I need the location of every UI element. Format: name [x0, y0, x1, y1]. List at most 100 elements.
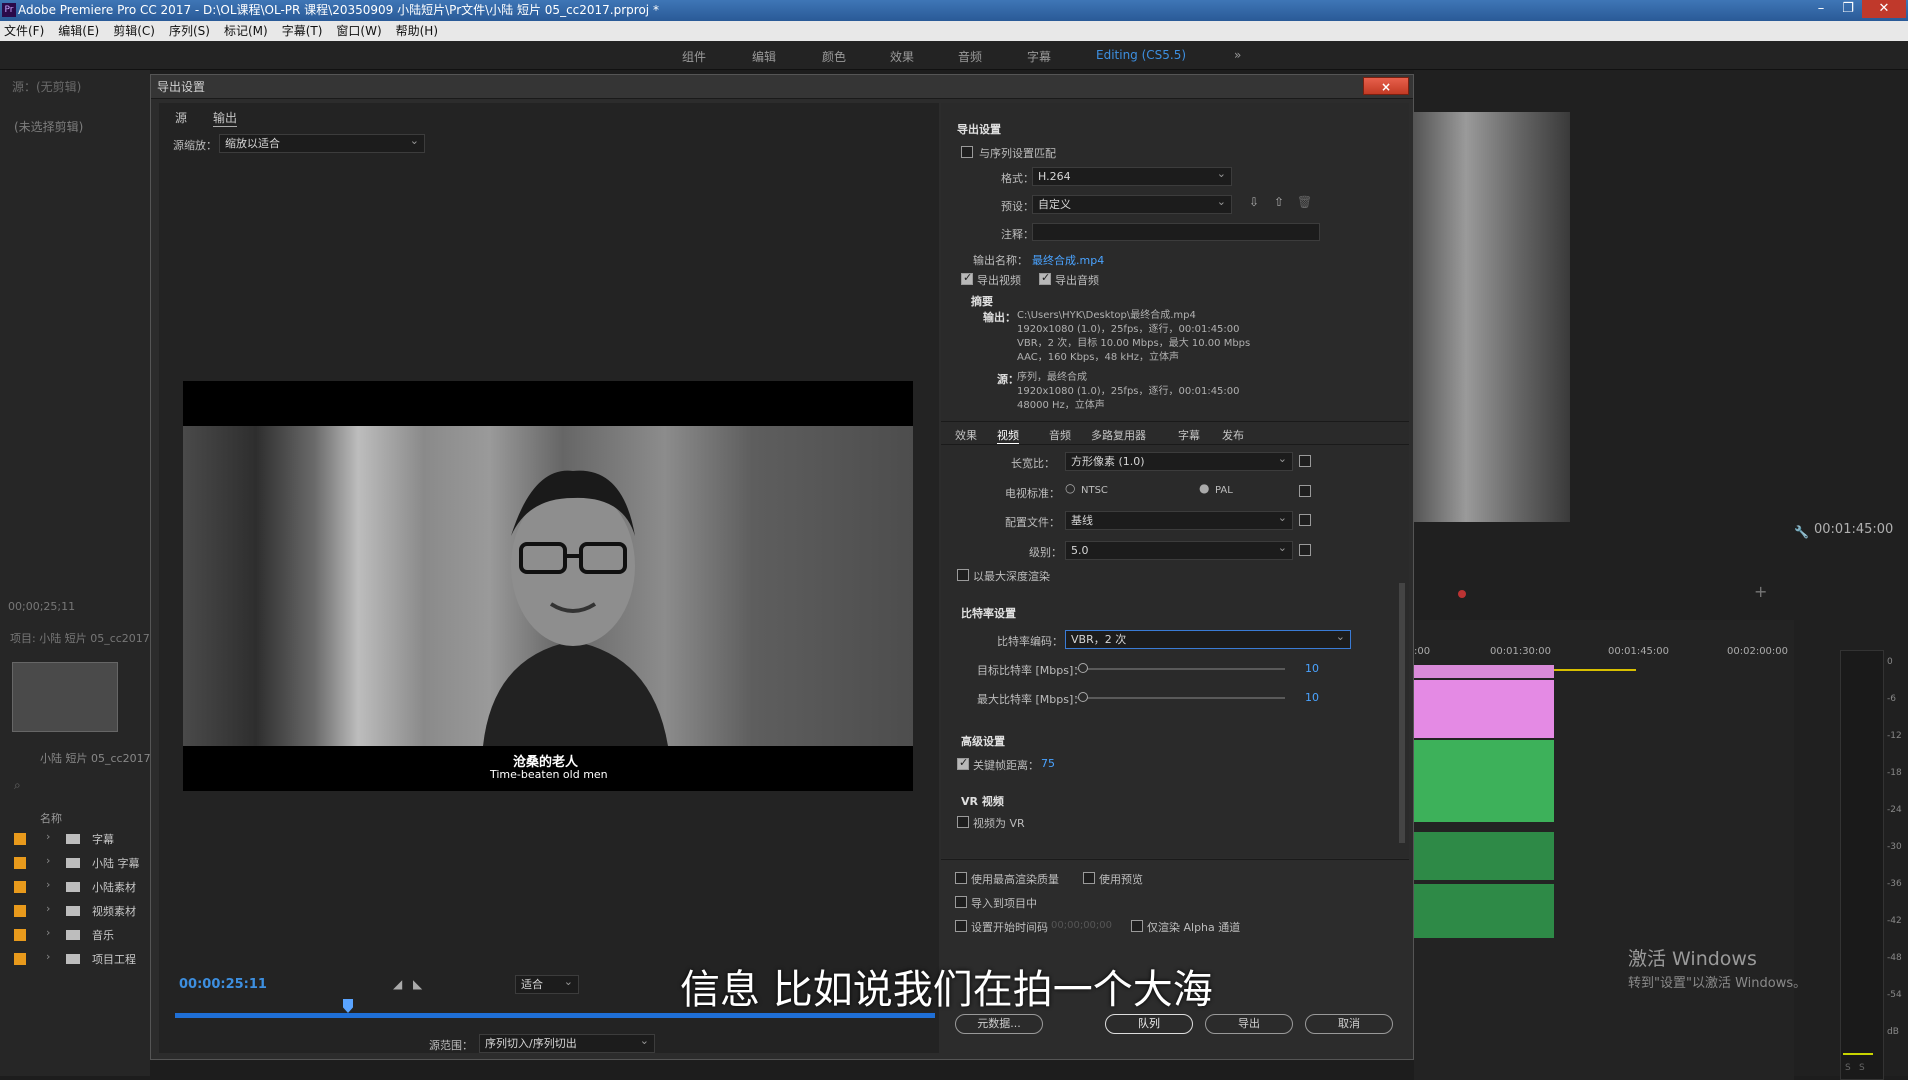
match-sequence-checkbox[interactable] [961, 146, 973, 158]
label-color-swatch[interactable] [14, 833, 26, 845]
bitrate-encoding-select[interactable]: VBR，2 次 [1065, 628, 1351, 649]
preview-timecode[interactable]: 00:00:25:11 [179, 977, 267, 992]
pal-radio[interactable]: ● [1199, 481, 1209, 495]
max-bitrate-knob[interactable] [1078, 692, 1088, 702]
advanced-header[interactable]: 高级设置 [961, 733, 1005, 749]
mark-in-icon[interactable]: ◢ [393, 977, 402, 991]
video-is-vr-checkbox[interactable] [957, 816, 969, 828]
max-bitrate-value[interactable]: 10 [1305, 691, 1319, 704]
import-into-project-checkbox[interactable] [955, 896, 967, 908]
name-column-header[interactable]: 名称 [40, 810, 62, 826]
bin-row[interactable]: › 视频素材 [14, 902, 144, 920]
dialog-close-button[interactable]: × [1363, 77, 1409, 95]
comments-input[interactable] [1032, 223, 1320, 241]
workspace-tab[interactable]: 颜色 [822, 48, 846, 65]
label-color-swatch[interactable] [14, 953, 26, 965]
subtab-audio[interactable]: 音频 [1049, 427, 1071, 443]
subtab-multiplexer[interactable]: 多路复用器 [1091, 427, 1146, 443]
menu-item[interactable]: 剪辑(C) [113, 24, 155, 38]
menu-item[interactable]: 窗口(W) [336, 24, 381, 38]
subtab-video[interactable]: 视频 [997, 427, 1019, 444]
start-timecode-value[interactable]: 00;00;00;00 [1051, 920, 1112, 931]
chevron-right-icon[interactable]: › [46, 926, 50, 939]
menu-item[interactable]: 编辑(E) [58, 24, 99, 38]
export-settings-header[interactable]: 导出设置 [957, 121, 1001, 137]
label-color-swatch[interactable] [14, 857, 26, 869]
metadata-button[interactable]: 元数据... [955, 1014, 1043, 1034]
level-select[interactable]: 5.0 [1065, 539, 1293, 560]
bin-row[interactable]: › 项目工程 [14, 950, 144, 968]
label-color-swatch[interactable] [14, 929, 26, 941]
profile-match-checkbox[interactable] [1299, 514, 1311, 526]
tab-source[interactable]: 源 [175, 109, 187, 126]
export-video-checkbox[interactable] [961, 271, 973, 285]
set-start-timecode-checkbox[interactable] [955, 920, 967, 932]
tv-standard-match-checkbox[interactable] [1299, 485, 1311, 497]
keyframe-distance-checkbox[interactable] [957, 756, 969, 770]
workspace-tab-active[interactable]: Editing (CS5.5) [1096, 48, 1186, 62]
queue-button[interactable]: 队列 [1105, 1014, 1193, 1034]
max-bitrate-slider[interactable] [1075, 697, 1285, 699]
meter-solo-label[interactable]: S [1859, 1063, 1865, 1073]
bin-row[interactable]: › 音乐 [14, 926, 144, 944]
minimize-button[interactable]: – [1808, 0, 1834, 18]
target-bitrate-slider[interactable] [1075, 668, 1285, 670]
subtab-publish[interactable]: 发布 [1222, 427, 1244, 443]
maximize-button[interactable]: ❐ [1835, 0, 1861, 18]
format-select[interactable]: H.264 [1032, 165, 1232, 186]
workspace-tab[interactable]: 字幕 [1027, 48, 1051, 65]
bin-row[interactable]: › 小陆素材 [14, 878, 144, 896]
chevron-right-icon[interactable]: › [46, 878, 50, 891]
workspace-tab[interactable]: 组件 [682, 48, 706, 65]
menu-item[interactable]: 字幕(T) [282, 24, 323, 38]
search-icon[interactable]: ⌕ [14, 778, 21, 793]
max-render-quality-checkbox[interactable] [955, 872, 967, 884]
source-scaling-select[interactable]: 缩放以适合 [219, 132, 425, 153]
keyframe-distance-value[interactable]: 75 [1041, 757, 1055, 770]
vr-header[interactable]: VR 视频 [961, 793, 1004, 809]
profile-select[interactable]: 基线 [1065, 509, 1293, 530]
save-preset-icon[interactable]: ⇩ [1249, 195, 1259, 209]
mark-out-icon[interactable]: ◣ [413, 977, 422, 991]
menu-item[interactable]: 文件(F) [4, 24, 44, 38]
target-bitrate-knob[interactable] [1078, 663, 1088, 673]
fit-select[interactable]: 适合 [515, 973, 579, 994]
add-button-icon[interactable]: + [1754, 582, 1767, 601]
video-clip-2[interactable] [1414, 740, 1554, 822]
delete-preset-icon[interactable]: 🗑 [1297, 195, 1312, 209]
chevron-right-icon[interactable]: › [46, 854, 50, 867]
subtab-effects[interactable]: 效果 [955, 427, 977, 443]
subtab-captions[interactable]: 字幕 [1178, 427, 1200, 443]
aspect-match-checkbox[interactable] [1299, 455, 1311, 467]
menu-item[interactable]: 帮助(H) [396, 24, 438, 38]
bin-row[interactable]: › 小陆 字幕 [14, 854, 144, 872]
level-match-checkbox[interactable] [1299, 544, 1311, 556]
output-name-link[interactable]: 最终合成.mp4 [1032, 252, 1104, 268]
export-button[interactable]: 导出 [1205, 1014, 1293, 1034]
bitrate-header[interactable]: 比特率设置 [961, 605, 1016, 621]
cancel-button[interactable]: 取消 [1305, 1014, 1393, 1034]
target-bitrate-value[interactable]: 10 [1305, 662, 1319, 675]
chevron-right-icon[interactable]: › [46, 902, 50, 915]
use-previews-checkbox[interactable] [1083, 872, 1095, 884]
export-audio-checkbox[interactable] [1039, 271, 1051, 285]
playhead-icon[interactable] [343, 999, 353, 1013]
aspect-select[interactable]: 方形像素 (1.0) [1065, 450, 1293, 471]
workspace-tab[interactable]: 编辑 [752, 48, 776, 65]
audio-clip[interactable] [1414, 832, 1554, 880]
settings-scrollbar[interactable] [1399, 583, 1405, 843]
menu-item[interactable]: 标记(M) [224, 24, 268, 38]
chevron-right-icon[interactable]: › [46, 830, 50, 843]
window-close-button[interactable]: ✕ [1862, 0, 1906, 18]
sequence-thumbnail[interactable] [12, 662, 118, 732]
workspace-overflow-button[interactable]: » [1234, 48, 1241, 62]
meter-solo-label[interactable]: S [1845, 1063, 1851, 1073]
ntsc-radio[interactable]: ○ [1065, 481, 1075, 495]
wrench-icon[interactable]: 🔧 [1794, 525, 1809, 539]
tab-output[interactable]: 输出 [213, 109, 238, 127]
label-color-swatch[interactable] [14, 881, 26, 893]
preset-select[interactable]: 自定义 [1032, 193, 1232, 214]
alpha-only-checkbox[interactable] [1131, 920, 1143, 932]
video-clip[interactable] [1414, 680, 1554, 738]
workspace-tab[interactable]: 效果 [890, 48, 914, 65]
